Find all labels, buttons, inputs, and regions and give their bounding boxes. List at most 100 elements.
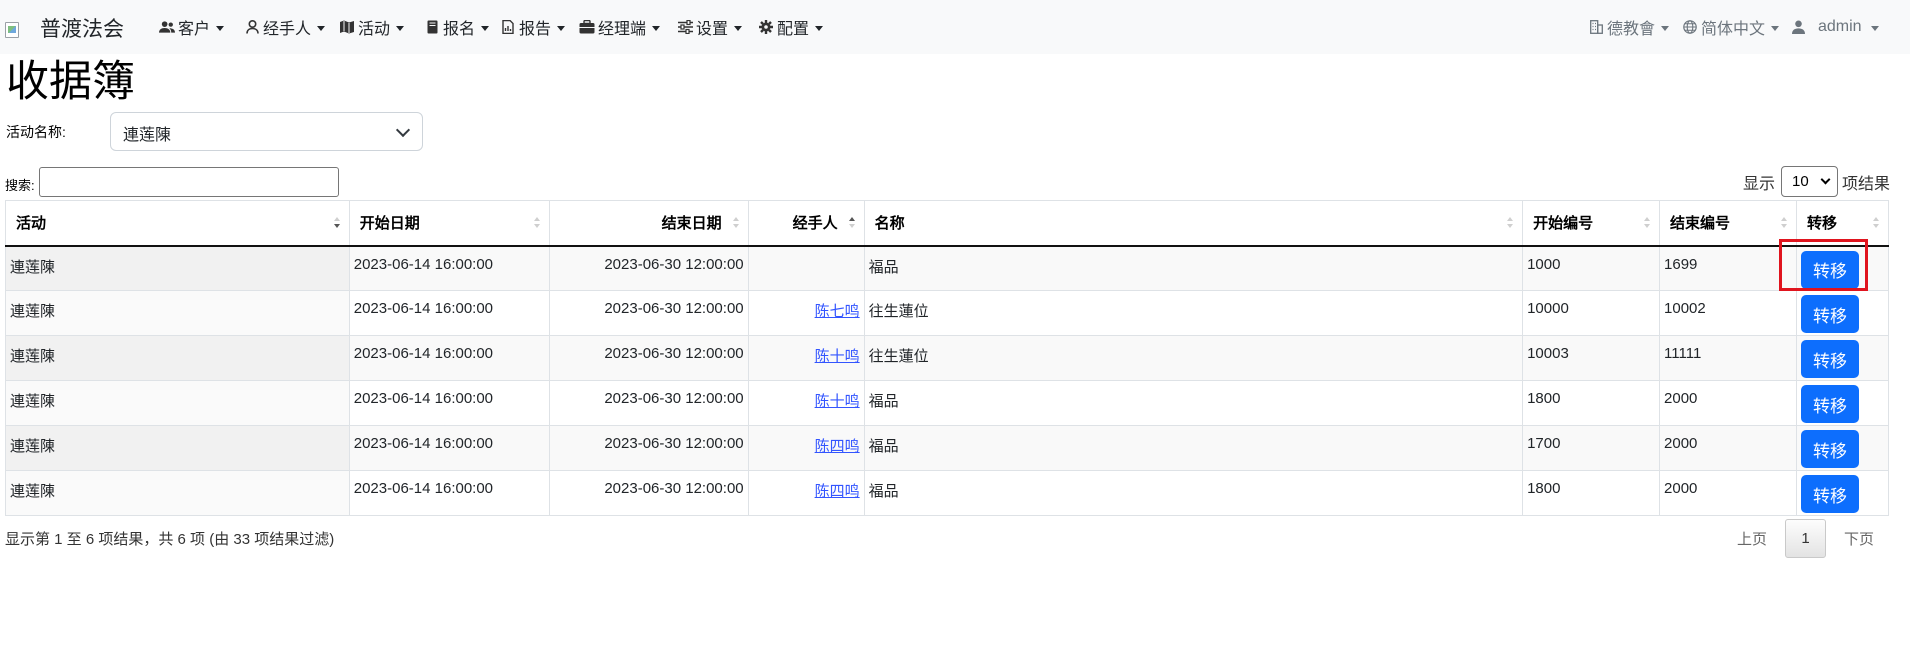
cell-transfer: 转移 bbox=[1795, 290, 1890, 336]
nav-org-selector[interactable]: 德教會 bbox=[1588, 16, 1670, 38]
nav-menu-activities[interactable]: 活动 bbox=[339, 16, 405, 38]
cell-start-number: 1800 bbox=[1522, 470, 1660, 516]
agent-link[interactable]: 陈十鸣 bbox=[815, 348, 860, 365]
column-header-label: 名称 bbox=[874, 215, 905, 233]
current-page-button[interactable]: 1 bbox=[1784, 519, 1826, 558]
chevron-down-icon bbox=[1661, 25, 1670, 31]
activity-filter-select[interactable]: 連莲陳 bbox=[110, 112, 423, 151]
column-header-activity[interactable]: 活动 bbox=[5, 200, 350, 247]
chevron-down-icon bbox=[652, 25, 661, 31]
column-header-end-date[interactable]: 结束日期 bbox=[548, 200, 749, 247]
column-header-label: 结束日期 bbox=[661, 215, 722, 233]
agent-link[interactable]: 陈四鸣 bbox=[815, 438, 860, 455]
cell-start-date: 2023-06-14 16:00:00 bbox=[348, 245, 550, 291]
receipt-book-table: 活动 开始日期 结束日期 经手人 名称 开始编号 结束编号 转移 連莲陳 202… bbox=[5, 200, 1890, 516]
sort-icon bbox=[533, 217, 541, 231]
column-header-label: 活动 bbox=[16, 215, 47, 233]
table-row: 連莲陳 2023-06-14 16:00:00 2023-06-30 12:00… bbox=[5, 290, 1890, 336]
cell-end-date: 2023-06-30 12:00:00 bbox=[548, 245, 749, 291]
column-header-end-number[interactable]: 结束编号 bbox=[1659, 200, 1797, 247]
nav-menu-reports[interactable]: 报告 bbox=[500, 16, 566, 38]
cell-start-number: 1800 bbox=[1522, 380, 1660, 426]
column-header-agent[interactable]: 经手人 bbox=[747, 200, 865, 247]
users-icon bbox=[159, 19, 175, 35]
transfer-button[interactable]: 转移 bbox=[1800, 430, 1859, 468]
cell-end-number: 11111 bbox=[1659, 335, 1797, 381]
cell-end-date: 2023-06-30 12:00:00 bbox=[548, 335, 749, 381]
book-icon bbox=[424, 19, 440, 35]
user-icon bbox=[244, 19, 260, 35]
cell-activity: 連莲陳 bbox=[5, 245, 350, 291]
transfer-button[interactable]: 转移 bbox=[1800, 385, 1859, 423]
brand-title[interactable]: 普渡法会 bbox=[40, 13, 124, 43]
activity-filter-value: 連莲陳 bbox=[123, 127, 172, 144]
page-title: 收据簿 bbox=[6, 58, 135, 106]
chevron-down-icon bbox=[317, 25, 326, 31]
cell-agent: 陈七鸣 bbox=[747, 290, 865, 336]
agent-link[interactable]: 陈十鸣 bbox=[815, 393, 860, 410]
highlight-annotation-box bbox=[1779, 239, 1868, 291]
table-header-row: 活动 开始日期 结束日期 经手人 名称 开始编号 结束编号 转移 bbox=[5, 200, 1890, 247]
nav-menu-customers[interactable]: 客户 bbox=[159, 16, 225, 38]
column-header-label: 转移 bbox=[1806, 215, 1837, 233]
search-label: 搜索: bbox=[5, 178, 35, 193]
chevron-down-icon bbox=[395, 122, 411, 138]
chevron-down-icon bbox=[557, 25, 566, 31]
nav-menu-manager[interactable]: 经理端 bbox=[579, 16, 661, 38]
page-length-select[interactable]: 10 bbox=[1780, 166, 1838, 197]
chevron-down-icon bbox=[1771, 25, 1780, 31]
gear-icon bbox=[758, 19, 774, 35]
cell-activity: 連莲陳 bbox=[5, 425, 350, 471]
cell-start-number: 10000 bbox=[1522, 290, 1660, 336]
sort-icon bbox=[1780, 217, 1788, 231]
chevron-down-icon bbox=[815, 25, 824, 31]
table-row: 連莲陳 2023-06-14 16:00:00 2023-06-30 12:00… bbox=[5, 380, 1890, 426]
cell-activity: 連莲陳 bbox=[5, 335, 350, 381]
nav-menu-label: 活动 bbox=[358, 21, 391, 38]
nav-user-menu[interactable]: admin bbox=[1790, 16, 1879, 38]
cell-name: 往生蓮位 bbox=[863, 290, 1523, 336]
cell-end-number: 2000 bbox=[1659, 425, 1797, 471]
nav-menu-registration[interactable]: 报名 bbox=[424, 16, 490, 38]
column-header-start-date[interactable]: 开始日期 bbox=[348, 200, 550, 247]
search-input[interactable] bbox=[39, 167, 339, 197]
cell-end-date: 2023-06-30 12:00:00 bbox=[548, 380, 749, 426]
prev-page-button[interactable]: 上页 bbox=[1723, 528, 1781, 549]
nav-menu-settings[interactable]: 设置 bbox=[677, 16, 743, 38]
brand-logo-icon bbox=[5, 22, 19, 38]
nav-menu-label: 经理端 bbox=[598, 21, 647, 38]
page-length-suffix: 项结果 bbox=[1841, 175, 1890, 193]
column-header-name[interactable]: 名称 bbox=[863, 200, 1523, 247]
agent-link[interactable]: 陈七鸣 bbox=[815, 303, 860, 320]
org-label: 德教會 bbox=[1607, 21, 1656, 38]
table-row: 連莲陳 2023-06-14 16:00:00 2023-06-30 12:00… bbox=[5, 470, 1890, 516]
next-page-button[interactable]: 下页 bbox=[1830, 528, 1888, 549]
cell-agent: 陈四鸣 bbox=[747, 470, 865, 516]
nav-menu-label: 设置 bbox=[696, 21, 729, 38]
report-icon bbox=[500, 19, 516, 35]
cell-agent bbox=[747, 245, 865, 291]
cell-start-date: 2023-06-14 16:00:00 bbox=[348, 335, 550, 381]
agent-link[interactable]: 陈四鸣 bbox=[815, 483, 860, 500]
cell-end-date: 2023-06-30 12:00:00 bbox=[548, 290, 749, 336]
nav-language-selector[interactable]: 简体中文 bbox=[1682, 16, 1780, 38]
cell-start-number: 1700 bbox=[1522, 425, 1660, 471]
cell-activity: 連莲陳 bbox=[5, 290, 350, 336]
nav-menu-label: 配置 bbox=[777, 21, 810, 38]
cell-start-number: 10003 bbox=[1522, 335, 1660, 381]
page-length-control: 显示 10 项结果 bbox=[1743, 166, 1890, 197]
cell-activity: 連莲陳 bbox=[5, 380, 350, 426]
cell-start-date: 2023-06-14 16:00:00 bbox=[348, 470, 550, 516]
transfer-button[interactable]: 转移 bbox=[1800, 475, 1859, 513]
cell-end-number: 2000 bbox=[1659, 470, 1797, 516]
nav-menu-config[interactable]: 配置 bbox=[758, 16, 824, 38]
column-header-start-number[interactable]: 开始编号 bbox=[1522, 200, 1660, 247]
chevron-down-icon bbox=[1820, 174, 1831, 185]
globe-icon bbox=[1682, 19, 1698, 35]
transfer-button[interactable]: 转移 bbox=[1800, 340, 1859, 378]
cell-transfer: 转移 bbox=[1795, 425, 1890, 471]
cell-name: 福品 bbox=[863, 470, 1523, 516]
transfer-button[interactable]: 转移 bbox=[1800, 295, 1859, 333]
username-label: admin bbox=[1818, 18, 1862, 35]
nav-menu-agents[interactable]: 经手人 bbox=[244, 16, 326, 38]
